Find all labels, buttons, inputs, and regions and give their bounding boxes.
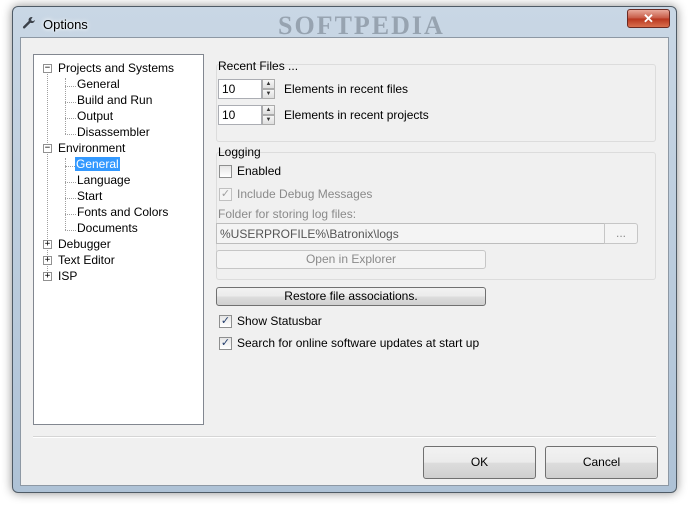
options-window: Options SOFTPEDIA ✕ − Projects and Syste… [12, 6, 677, 493]
tree-item-text-editor[interactable]: Text Editor [58, 252, 115, 268]
show-statusbar-checkbox[interactable]: ✓ [219, 315, 232, 328]
tree-line [65, 230, 76, 231]
browse-folder-button[interactable]: ... [604, 223, 638, 244]
tree-line [65, 158, 66, 230]
tree-item-general[interactable]: General [77, 76, 120, 92]
show-statusbar-label: Show Statusbar [237, 314, 322, 328]
close-button[interactable]: ✕ [627, 9, 670, 28]
log-folder-field[interactable]: %USERPROFILE%\Batronix\logs [216, 223, 605, 244]
tree-item-build-and-run[interactable]: Build and Run [77, 92, 152, 108]
tree-line [65, 214, 76, 215]
expand-icon[interactable]: + [43, 272, 52, 281]
tree-line [65, 166, 75, 167]
tree-line [65, 102, 76, 103]
tree-line [65, 86, 76, 87]
spin-down-icon[interactable]: ▼ [262, 115, 275, 125]
recent-files-input[interactable]: 10 [218, 79, 262, 99]
tree-item-language[interactable]: Language [77, 172, 130, 188]
open-in-explorer-button[interactable]: Open in Explorer [216, 250, 486, 269]
tree-item-fonts-and-colors[interactable]: Fonts and Colors [77, 204, 168, 220]
tree-line [65, 198, 76, 199]
cancel-button[interactable]: Cancel [545, 446, 658, 479]
tree-item-debugger[interactable]: Debugger [58, 236, 111, 252]
check-icon: ✓ [220, 188, 231, 200]
tree-line [65, 134, 76, 135]
tree-item-start[interactable]: Start [77, 188, 102, 204]
tree-item-documents[interactable]: Documents [77, 220, 138, 236]
recent-files-title: Recent Files ... [218, 59, 299, 73]
collapse-icon[interactable]: − [43, 144, 52, 153]
tree-item-disassembler[interactable]: Disassembler [77, 124, 150, 140]
tree-item-projects-and-systems[interactable]: Projects and Systems [58, 60, 174, 76]
check-icon: ✓ [220, 337, 231, 349]
recent-projects-label: Elements in recent projects [284, 108, 429, 122]
include-debug-label: Include Debug Messages [237, 187, 373, 201]
spin-down-icon[interactable]: ▼ [262, 89, 275, 99]
logging-title: Logging [218, 145, 261, 159]
spin-up-icon[interactable]: ▲ [262, 79, 275, 89]
tree-item-output[interactable]: Output [77, 108, 113, 124]
recent-files-stepper[interactable]: 10 ▲ ▼ [218, 79, 275, 99]
window-title: Options [43, 17, 88, 32]
title-bar[interactable]: Options SOFTPEDIA ✕ [13, 7, 676, 40]
collapse-icon[interactable]: − [43, 64, 52, 73]
tree-item-isp[interactable]: ISP [58, 268, 77, 284]
include-debug-checkbox[interactable]: ✓ [219, 188, 232, 201]
options-tree[interactable]: − Projects and Systems General Build and… [33, 54, 204, 425]
spin-up-icon[interactable]: ▲ [262, 105, 275, 115]
tree-line [65, 182, 76, 183]
enabled-checkbox[interactable] [219, 165, 232, 178]
log-folder-label: Folder for storing log files: [218, 207, 357, 221]
check-icon: ✓ [220, 315, 231, 327]
recent-files-group [216, 64, 656, 142]
close-icon: ✕ [643, 11, 654, 26]
tree-item-environment[interactable]: Environment [58, 140, 125, 156]
software-updates-checkbox[interactable]: ✓ [219, 337, 232, 350]
recent-projects-stepper[interactable]: 10 ▲ ▼ [218, 105, 275, 125]
tree-item-environment-general[interactable]: General [75, 156, 120, 172]
expand-icon[interactable]: + [43, 256, 52, 265]
recent-files-label: Elements in recent files [284, 82, 409, 96]
recent-projects-input[interactable]: 10 [218, 105, 262, 125]
restore-file-associations-button[interactable]: Restore file associations. [216, 287, 486, 306]
dialog-client-area: − Projects and Systems General Build and… [20, 37, 669, 486]
expand-icon[interactable]: + [43, 240, 52, 249]
software-updates-label: Search for online software updates at st… [237, 336, 480, 350]
ok-button[interactable]: OK [423, 446, 536, 479]
tree-line [65, 118, 76, 119]
wrench-icon [22, 17, 35, 29]
selected-label: General [75, 157, 120, 171]
enabled-label: Enabled [237, 164, 282, 178]
footer-separator [33, 436, 656, 438]
